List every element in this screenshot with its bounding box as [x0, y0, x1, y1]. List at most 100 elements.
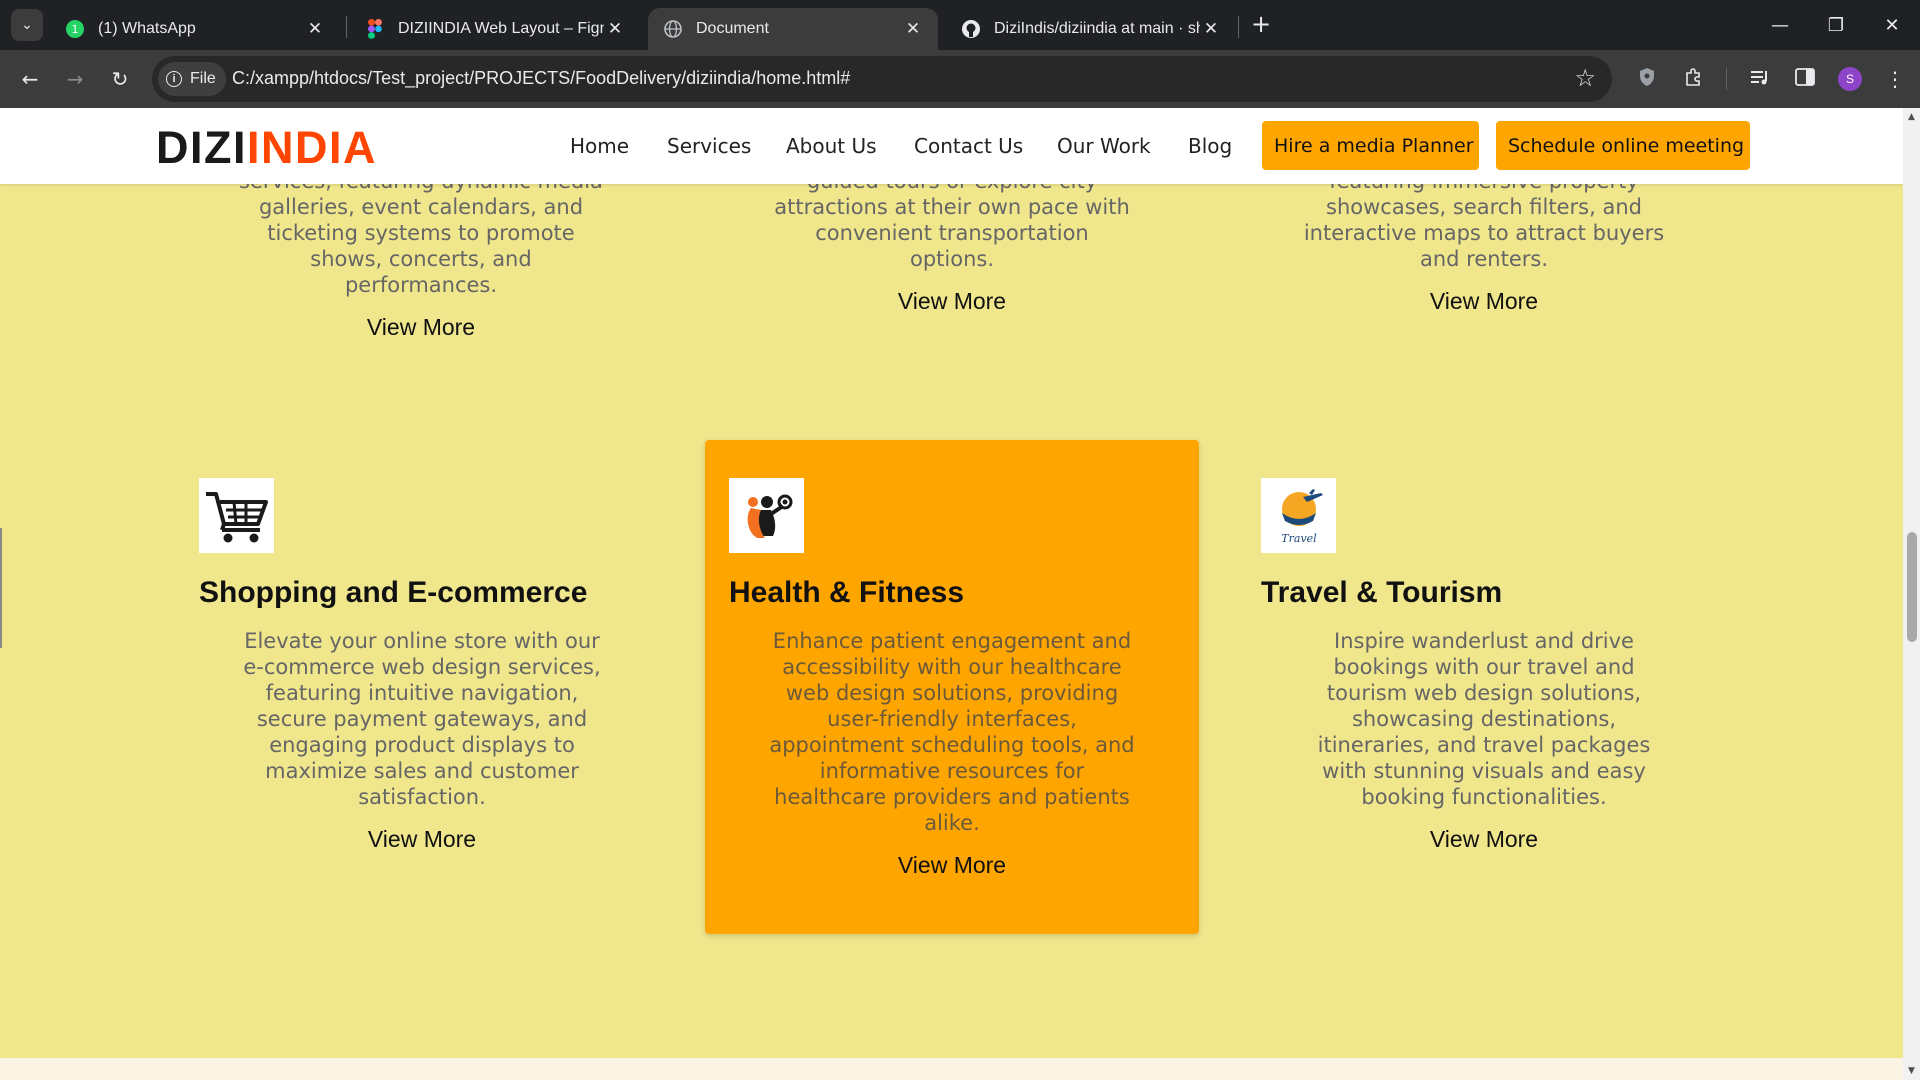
view-more-link[interactable]: View More [367, 314, 475, 341]
card-description-line: showcasing destinations, [1351, 707, 1617, 731]
reload-button[interactable]: ↻ [103, 62, 137, 96]
logo-text-india: INDIA [247, 122, 377, 173]
tab-divider [1238, 16, 1239, 38]
site-info-chip[interactable]: i File [158, 62, 226, 96]
card-title: Health & Fitness [729, 576, 965, 609]
tab-github[interactable]: DiziIndis/diziindia at main · shar ✕ [946, 8, 1236, 50]
card-description-line: ticketing systems to promote [267, 221, 575, 245]
card-description-line: convenient transportation [815, 221, 1089, 245]
card-description-line: attractions at their own pace with [774, 195, 1130, 219]
address-bar[interactable]: i File C:/xampp/htdocs/Test_project/PROJ… [152, 56, 1612, 102]
tab-document[interactable]: Document ✕ [648, 8, 938, 50]
scroll-up-arrow-icon[interactable]: ▲ [1903, 112, 1920, 122]
nav-contact-us[interactable]: Contact Us [914, 134, 1023, 158]
card-description-line: Enhance patient engagement and [772, 629, 1132, 653]
github-icon [960, 18, 982, 40]
scheme-label: File [190, 70, 216, 87]
card-title: Shopping and E-commerce [199, 576, 588, 609]
schedule-meeting-button[interactable]: Schedule online meeting [1496, 121, 1750, 170]
card-description-line: booking functionalities. [1361, 785, 1607, 809]
nav-services[interactable]: Services [667, 134, 751, 158]
view-more-link[interactable]: View More [368, 826, 476, 852]
card-description-line: accessibility with our healthcare [782, 655, 1122, 679]
close-window-button[interactable]: ✕ [1864, 0, 1920, 50]
scrollbar-thumb[interactable] [1907, 532, 1917, 642]
scroll-down-arrow-icon[interactable]: ▼ [1903, 1066, 1920, 1076]
side-panel-icon [1795, 67, 1815, 91]
restore-icon: ❐ [1827, 14, 1845, 36]
close-icon[interactable]: ✕ [304, 19, 326, 39]
service-card-health-fitness: Health & Fitness Enhance patient engagem… [705, 440, 1199, 934]
extensions-button[interactable] [1676, 62, 1710, 96]
card-description-line: Inspire wanderlust and drive [1334, 629, 1634, 653]
puzzle-icon [1683, 67, 1703, 92]
view-more-link[interactable]: View More [898, 852, 1006, 878]
page-viewport: services, featuring dynamic media galler… [0, 108, 1903, 1080]
view-more-link[interactable]: View More [1430, 288, 1538, 315]
card-description-line: engaging product displays to [269, 733, 575, 757]
toolbar-divider [1726, 68, 1727, 90]
card-description-line: Elevate your online store with our [244, 629, 600, 653]
service-card-media: services, featuring dynamic media galler… [174, 168, 668, 341]
card-description-line: performances. [344, 273, 498, 297]
svg-text:1: 1 [72, 23, 79, 36]
shield-icon [1638, 67, 1656, 92]
nav-home[interactable]: Home [570, 134, 629, 158]
view-more-link[interactable]: View More [898, 288, 1006, 315]
hire-media-planner-button[interactable]: Hire a media Planner [1262, 121, 1479, 170]
card-description-line: informative resources for [819, 759, 1085, 783]
tab-title: Document [696, 20, 769, 37]
close-icon[interactable]: ✕ [902, 19, 924, 39]
card-description-line: satisfaction. [358, 785, 486, 809]
close-icon[interactable]: ✕ [1200, 19, 1222, 39]
arrow-left-icon: ← [21, 67, 39, 91]
card-description-line: bookings with our travel and [1333, 655, 1635, 679]
travel-icon: Travel [1261, 478, 1336, 553]
card-description-line: healthcare providers and patients [774, 785, 1130, 809]
tab-search-button[interactable]: ⌄ [11, 9, 43, 41]
nav-our-work[interactable]: Our Work [1057, 134, 1151, 158]
tab-divider [346, 16, 347, 38]
url-text[interactable]: C:/xampp/htdocs/Test_project/PROJECTS/Fo… [232, 68, 850, 89]
site-header: DIZIINDIA Home Services About Us Contact… [0, 108, 1903, 184]
figma-icon [364, 18, 386, 40]
card-description-line: user-friendly interfaces, [827, 707, 1077, 731]
service-card-travel: Travel Travel & Tourism Inspire wanderlu… [1237, 440, 1731, 852]
browser-menu-button[interactable]: ⋮ [1878, 62, 1912, 96]
page-scrollbar[interactable]: ▲ ▼ [1903, 108, 1920, 1080]
profile-avatar[interactable]: S [1838, 67, 1862, 91]
card-description-line: web design solutions, providing [785, 681, 1119, 705]
restore-button[interactable]: ❐ [1808, 0, 1864, 50]
card-description-line: options. [909, 247, 995, 271]
card-description: Enhance patient engagement and accessibi… [705, 628, 1199, 879]
side-panel-button[interactable] [1788, 62, 1822, 96]
tab-whatsapp[interactable]: 1 (1) WhatsApp ✕ [50, 8, 340, 50]
card-description-line: and renters. [1420, 247, 1548, 271]
tab-title: DiziIndis/diziindia at main · shar [994, 20, 1200, 37]
card-description-line: appointment scheduling tools, and [769, 733, 1135, 757]
tab-figma[interactable]: DIZIINDIA Web Layout – Figma ✕ [350, 8, 640, 50]
back-button[interactable]: ← [13, 62, 47, 96]
card-description-line: tourism web design solutions, [1326, 681, 1642, 705]
close-icon: ✕ [1884, 14, 1900, 36]
next-section-edge [0, 1058, 1903, 1080]
plus-icon: + [1250, 10, 1272, 38]
new-tab-button[interactable]: + [1246, 9, 1276, 39]
card-description: services, featuring dynamic media galler… [174, 168, 668, 298]
view-more-link[interactable]: View More [1430, 826, 1538, 852]
tab-strip: ⌄ 1 (1) WhatsApp ✕ DIZIINDIA Web Layout … [0, 0, 1920, 50]
shopping-cart-icon [199, 478, 274, 553]
card-description-line: e-commerce web design services, [243, 655, 601, 679]
media-control-button[interactable] [1743, 62, 1777, 96]
forward-button[interactable]: → [58, 62, 92, 96]
kebab-menu-icon: ⋮ [1885, 67, 1905, 91]
card-description-line: featuring intuitive navigation, [265, 681, 579, 705]
extension-shield-button[interactable] [1630, 62, 1664, 96]
close-icon[interactable]: ✕ [604, 19, 626, 39]
tab-title: DIZIINDIA Web Layout – Figma [398, 20, 604, 37]
nav-about-us[interactable]: About Us [786, 134, 877, 158]
nav-blog[interactable]: Blog [1188, 134, 1232, 158]
minimize-button[interactable]: — [1752, 0, 1808, 50]
bookmark-star-icon[interactable]: ☆ [1574, 64, 1596, 92]
site-logo[interactable]: DIZIINDIA [156, 122, 377, 174]
